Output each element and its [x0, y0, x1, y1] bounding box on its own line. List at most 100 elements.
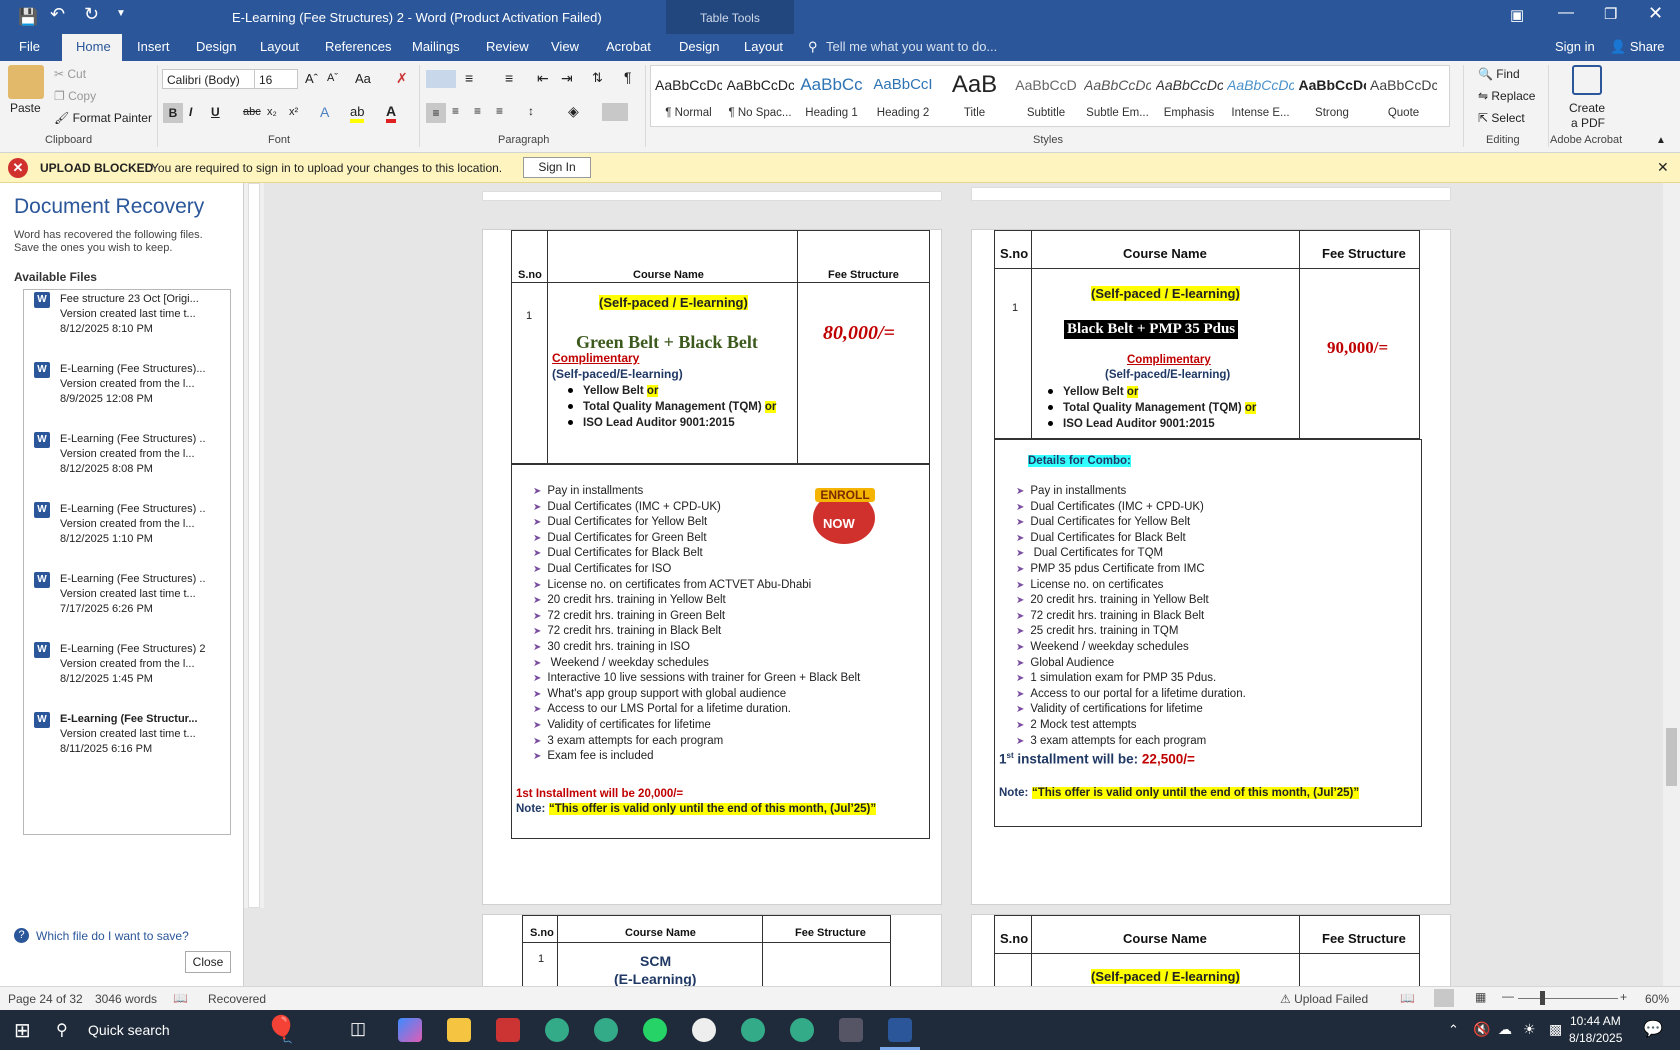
find-button[interactable]: 🔍 Find [1478, 67, 1520, 81]
tab-mailings[interactable]: Mailings [412, 39, 460, 54]
restore-icon[interactable]: ❐ [1604, 5, 1617, 23]
chrome-profile-icon[interactable] [594, 1018, 618, 1042]
italic-button[interactable]: I [189, 105, 192, 119]
style-4[interactable]: AaB Title [941, 69, 1008, 125]
scroll-thumb[interactable] [1666, 728, 1677, 786]
tell-me-search[interactable]: Tell me what you want to do... [826, 39, 997, 54]
borders-icon[interactable] [602, 103, 628, 121]
zoom-thumb[interactable] [1540, 991, 1545, 1005]
list-item[interactable]: W Fee structure 23 Oct [Origi... Version c… [24, 290, 230, 350]
tab-view[interactable]: View [551, 39, 579, 54]
tab-references[interactable]: References [325, 39, 391, 54]
style-6[interactable]: AaBbCcDc Subtle Em... [1084, 69, 1151, 125]
windows-start-icon[interactable]: ⊞ [14, 1018, 31, 1043]
proofing-icon[interactable]: 📖 [173, 991, 188, 1005]
zoom-slider[interactable] [1518, 998, 1618, 999]
change-case-icon[interactable]: Aa [355, 71, 371, 86]
clock-date[interactable]: 8/18/2025 [1569, 1031, 1622, 1045]
superscript-button[interactable]: x² [289, 106, 298, 118]
font-color-icon[interactable]: A [386, 103, 397, 123]
save-icon[interactable]: 💾 [18, 7, 38, 27]
undo-icon[interactable]: ↶ [50, 4, 65, 25]
increase-indent-icon[interactable]: ⇥ [561, 70, 573, 87]
upload-failed-status[interactable]: ⚠ Upload Failed [1280, 992, 1368, 1006]
bullets-icon[interactable] [426, 70, 456, 88]
clock-time[interactable]: 10:44 AM [1570, 1014, 1621, 1028]
minimize-icon[interactable]: — [1558, 4, 1574, 22]
web-layout-icon[interactable]: ▦ [1475, 990, 1486, 1004]
style-3[interactable]: AaBbCcI Heading 2 [870, 69, 937, 125]
file-explorer-icon[interactable] [447, 1018, 471, 1042]
zoom-in-icon[interactable]: + [1620, 990, 1627, 1004]
strikethrough-button[interactable]: abc [243, 106, 261, 118]
clear-formatting-icon[interactable]: ✗ [396, 70, 408, 87]
print-layout-icon[interactable] [1434, 989, 1454, 1007]
chrome-icon[interactable] [545, 1018, 569, 1042]
list-item[interactable]: W E-Learning (Fee Structures) 2 Version cr… [24, 640, 230, 700]
share-button[interactable]: 👤 Share [1610, 39, 1665, 55]
decrease-indent-icon[interactable]: ⇤ [537, 70, 549, 87]
tab-table-design[interactable]: Design [679, 39, 719, 54]
notifications-icon[interactable]: 💬 [1643, 1019, 1663, 1039]
mute-icon[interactable]: 🔇 [1473, 1021, 1490, 1038]
customize-qat-icon[interactable]: ▼ [116, 8, 126, 19]
style-10[interactable]: AaBbCcDc Quote [1370, 69, 1437, 125]
cut-button[interactable]: ✂ Cut [54, 67, 86, 81]
sign-in-link[interactable]: Sign in [1555, 39, 1595, 54]
tab-review[interactable]: Review [486, 39, 529, 54]
settings-icon[interactable] [839, 1018, 863, 1042]
sort-icon[interactable]: ⇅ [592, 70, 603, 86]
quick-search-field[interactable]: Quick search [88, 1022, 170, 1038]
read-mode-icon[interactable]: 📖 [1400, 991, 1415, 1005]
paste-button[interactable]: Paste [10, 101, 41, 115]
style-0[interactable]: AaBbCcDc ¶ Normal [655, 69, 722, 125]
clock-app-icon[interactable] [692, 1018, 716, 1042]
horizontal-ruler[interactable] [971, 187, 1451, 201]
line-spacing-icon[interactable]: ↕ [528, 104, 534, 118]
close-message-icon[interactable]: ✕ [1657, 159, 1669, 176]
copy-button[interactable]: ❐ Copy [54, 89, 96, 103]
style-9[interactable]: AaBbCcDc Strong [1299, 69, 1366, 125]
pdf-app-icon[interactable] [496, 1018, 520, 1042]
shrink-font-icon[interactable]: Aˇ [327, 72, 338, 84]
multilevel-list-icon[interactable]: ≡ [505, 70, 513, 86]
justify-icon[interactable]: ≡ [496, 104, 503, 118]
zoom-level[interactable]: 60% [1645, 992, 1669, 1006]
vertical-scrollbar[interactable] [1663, 183, 1680, 986]
vertical-ruler[interactable] [244, 183, 264, 908]
chrome-second-icon[interactable] [790, 1018, 814, 1042]
paste-icon[interactable] [8, 65, 44, 99]
redo-icon[interactable]: ↻ [84, 4, 99, 25]
list-item[interactable]: W E-Learning (Fee Structures) .. Version c… [24, 570, 230, 630]
font-size-select[interactable]: 16 [254, 69, 298, 89]
grow-font-icon[interactable]: Aˆ [305, 71, 318, 86]
style-5[interactable]: AaBbCcD Subtitle [1013, 69, 1080, 125]
tab-design[interactable]: Design [196, 39, 236, 54]
align-right-icon[interactable]: ≡ [474, 104, 481, 118]
balloons-icon[interactable]: 🎈 [265, 1014, 297, 1045]
style-1[interactable]: AaBbCcDc ¶ No Spac... [727, 69, 794, 125]
list-item[interactable]: W E-Learning (Fee Structur... Version crea… [24, 710, 230, 770]
tab-insert[interactable]: Insert [137, 39, 170, 54]
text-effects-icon[interactable]: A [320, 104, 329, 120]
collapse-ribbon-icon[interactable]: ▲ [1656, 135, 1666, 146]
task-view-icon[interactable]: ◫ [350, 1019, 366, 1039]
tab-acrobat[interactable]: Acrobat [606, 39, 651, 54]
enroll-now-badge[interactable]: ENROLL NOW [813, 488, 875, 544]
style-7[interactable]: AaBbCcDc Emphasis [1156, 69, 1223, 125]
subscript-button[interactable]: x₂ [267, 106, 277, 118]
weather-icon[interactable]: ☀ [1523, 1021, 1536, 1038]
tab-home[interactable]: Home [76, 39, 111, 54]
tab-file[interactable]: File [19, 39, 40, 54]
show-marks-icon[interactable]: ¶ [624, 69, 632, 85]
zoom-out-icon[interactable]: — [1502, 989, 1514, 1003]
close-window-icon[interactable]: ✕ [1648, 3, 1663, 24]
shading-icon[interactable]: ◈ [568, 103, 579, 120]
create-pdf-icon[interactable] [1572, 65, 1602, 95]
numbering-icon[interactable]: ≡ [465, 70, 473, 86]
word-count[interactable]: 3046 words [95, 992, 157, 1006]
style-8[interactable]: AaBbCcDc Intense E... [1227, 69, 1294, 125]
tray-app-icon[interactable]: ☁ [1498, 1021, 1512, 1038]
align-left-icon[interactable]: ≡ [426, 103, 446, 123]
replace-button[interactable]: ⇋ Replace [1478, 89, 1535, 103]
